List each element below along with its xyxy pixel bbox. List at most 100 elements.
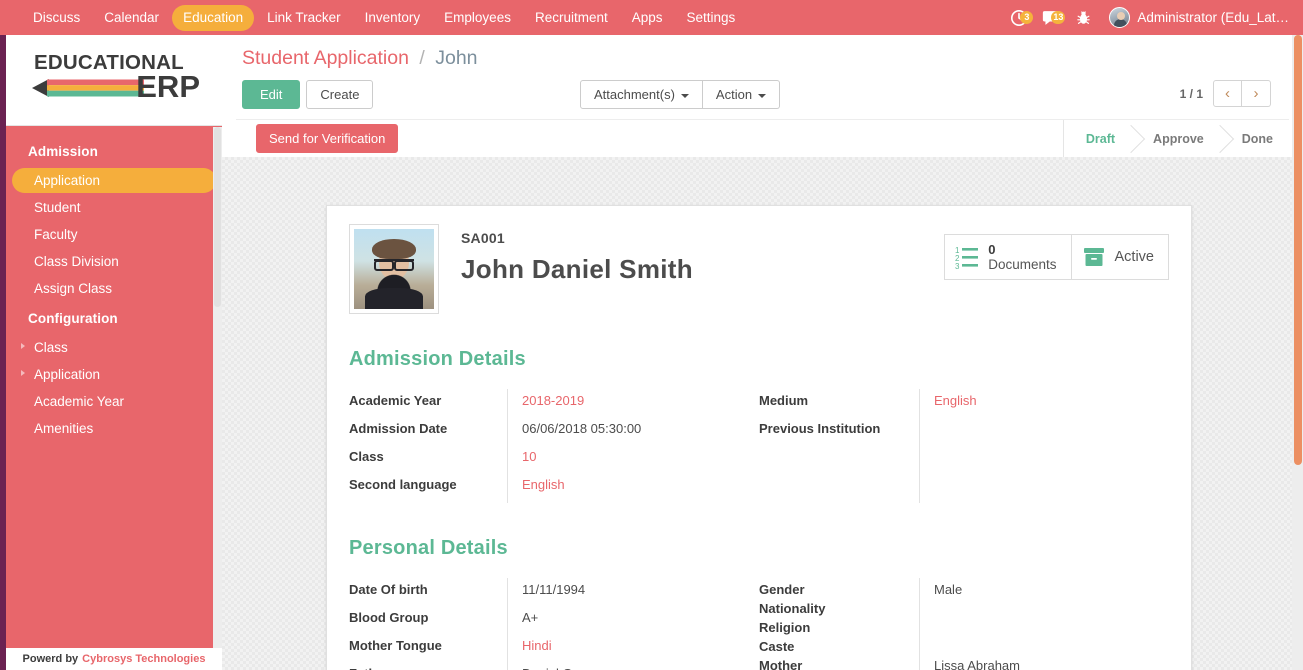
edit-button[interactable]: Edit (242, 80, 301, 109)
sidebar-item-label: Application (34, 367, 101, 382)
top-menu-item-discuss[interactable]: Discuss (22, 5, 91, 31)
top-menu-item-settings[interactable]: Settings (676, 5, 747, 31)
breadcrumb: Student Application / John (236, 45, 1289, 71)
breadcrumb-separator: / (419, 47, 425, 69)
footer-prefix: Powerd by (22, 653, 79, 665)
app-root: Discuss Calendar Education Link Tracker Inve… (0, 0, 1303, 670)
active-stat-button[interactable]: Active (1070, 235, 1169, 279)
status-row: Send for Verification Draft Approve Done (236, 119, 1289, 158)
documents-label: Documents (988, 257, 1057, 272)
field-label-admission-date: Admission Date (349, 421, 448, 436)
messages-chat-bubble-icon[interactable]: 13 (1037, 7, 1066, 29)
sidebar-item-label: Faculty (34, 227, 78, 242)
pager-previous-button[interactable]: ‹ (1213, 80, 1242, 107)
action-dropdown[interactable]: Action (702, 80, 781, 109)
top-menu-item-employees[interactable]: Employees (433, 5, 522, 31)
field-label-mother: Mother (759, 658, 803, 670)
field-value-blood-group: A+ (522, 610, 539, 625)
sidebar-item-amenities[interactable]: Amenities (12, 416, 216, 441)
field-label-date-of-birth: Date Of birth (349, 582, 428, 597)
sidebar-scrollbar[interactable] (213, 127, 222, 670)
app-logo: EDUCATIONAL ERP (6, 35, 222, 126)
top-menu: Discuss Calendar Education Link Tracker Inve… (0, 4, 748, 31)
field-value-previous-institution (934, 419, 1169, 447)
sidebar-item-application[interactable]: Application (12, 362, 216, 387)
page-scrollbar[interactable] (1292, 35, 1303, 670)
top-menu-item-apps[interactable]: Apps (621, 5, 674, 31)
caret-right-icon (21, 370, 25, 376)
sidebar-item-class-division[interactable]: Class Division (12, 249, 216, 274)
field-label-blood-group: Blood Group (349, 610, 429, 625)
top-menu-item-education[interactable]: Education (172, 4, 255, 31)
attachments-dropdown[interactable]: Attachment(s) (580, 80, 703, 109)
sidebar-scrollbar-thumb[interactable] (214, 127, 221, 307)
field-label-mother-tongue: Mother Tongue (349, 638, 442, 653)
field-value-nationality (934, 599, 1169, 618)
create-button[interactable]: Create (306, 80, 374, 109)
admission-details-title: Admission Details (349, 348, 526, 370)
status-stage-draft[interactable]: Draft (1063, 120, 1132, 158)
field-value-date-of-birth: 11/11/1994 (522, 582, 586, 597)
documents-stat-button[interactable]: 1 2 3 0 Documents (945, 235, 1070, 279)
sidebar-item-application[interactable]: Application (12, 168, 216, 193)
breadcrumb-root[interactable]: Student Application (242, 47, 409, 69)
user-avatar[interactable] (1109, 7, 1131, 28)
field-label-medium: Medium (759, 393, 809, 408)
chevron-down-icon (758, 93, 767, 98)
admission-right-column: Medium Previous Institution English (759, 389, 1169, 503)
sidebar-item-student[interactable]: Student (12, 195, 216, 220)
admission-left-column: Academic Year Admission Date Class Second l… (349, 389, 759, 503)
pencil-icon (32, 79, 144, 97)
sidebar-item-label: Class Division (34, 254, 119, 269)
active-label: Active (1114, 248, 1155, 265)
field-label-religion: Religion (759, 620, 811, 635)
page-scrollbar-thumb[interactable] (1294, 35, 1302, 465)
field-value-second-language[interactable]: English (522, 475, 759, 503)
top-menu-item-recruitment[interactable]: Recruitment (524, 5, 619, 31)
admission-details-fields: Academic Year Admission Date Class Second l… (349, 389, 1169, 503)
student-photo[interactable] (349, 224, 439, 314)
sidebar-item-class[interactable]: Class (12, 335, 216, 360)
top-menu-item-calendar[interactable]: Calendar (93, 5, 170, 31)
chevron-right-icon: › (1253, 85, 1259, 102)
logo-text-erp: ERP (136, 69, 200, 104)
svg-text:3: 3 (955, 262, 960, 269)
field-label-second-language: Second language (349, 477, 457, 492)
record-name: John Daniel Smith (461, 254, 693, 284)
field-label-caste: Caste (759, 639, 795, 654)
footer-brand[interactable]: Cybrosys Technologies (82, 653, 205, 665)
sidebar-item-label: Amenities (34, 421, 94, 436)
sidebar-item-label: Assign Class (34, 281, 113, 296)
field-value-academic-year[interactable]: 2018-2019 (522, 391, 759, 419)
form-background: SA001 John Daniel Smith 1 2 3 0 Document… (222, 157, 1303, 670)
top-navbar: Discuss Calendar Education Link Tracker Inve… (0, 0, 1303, 35)
sidebar-nav: Admission Application Student Faculty Class … (6, 126, 222, 441)
top-menu-item-inventory[interactable]: Inventory (354, 5, 432, 31)
field-value-class[interactable]: 10 (522, 447, 759, 475)
sidebar-item-label: Academic Year (34, 394, 125, 409)
record-code: SA001 (461, 230, 505, 246)
user-menu-label[interactable]: Administrator (Edu_Lat… (1137, 10, 1297, 25)
chevron-left-icon: ‹ (1225, 85, 1230, 102)
field-value-medium[interactable]: English (934, 391, 1169, 419)
control-panel: Student Application / John Edit Create A… (222, 35, 1303, 158)
top-systray: 3 13 Administrator (Edu_Lat… (1005, 0, 1297, 35)
field-label-nationality: Nationality (759, 601, 826, 616)
chevron-down-icon (680, 93, 689, 98)
send-for-verification-button[interactable]: Send for Verification (256, 124, 399, 153)
sidebar-item-academic-year[interactable]: Academic Year (12, 389, 216, 414)
field-value-gender: Male (934, 582, 963, 597)
pager-next-button[interactable]: › (1242, 80, 1271, 107)
activity-clock-icon[interactable]: 3 (1005, 7, 1034, 29)
activity-count-badge: 3 (1020, 10, 1034, 24)
sidebar-item-assign-class[interactable]: Assign Class (12, 276, 216, 301)
sidebar-item-faculty[interactable]: Faculty (12, 222, 216, 247)
field-value-mother-tongue[interactable]: Hindi (522, 636, 759, 664)
breadcrumb-current: John (435, 47, 478, 69)
numbered-list-icon: 1 2 3 (955, 246, 979, 269)
bug-icon[interactable] (1069, 7, 1097, 29)
attachments-label: Attachment(s) (594, 87, 675, 102)
top-menu-item-link-tracker[interactable]: Link Tracker (256, 5, 352, 31)
personal-right-column: Gender Nationality Religion Caste Mother Mal… (759, 578, 1169, 670)
record-titles: SA001 John Daniel Smith (461, 224, 693, 285)
